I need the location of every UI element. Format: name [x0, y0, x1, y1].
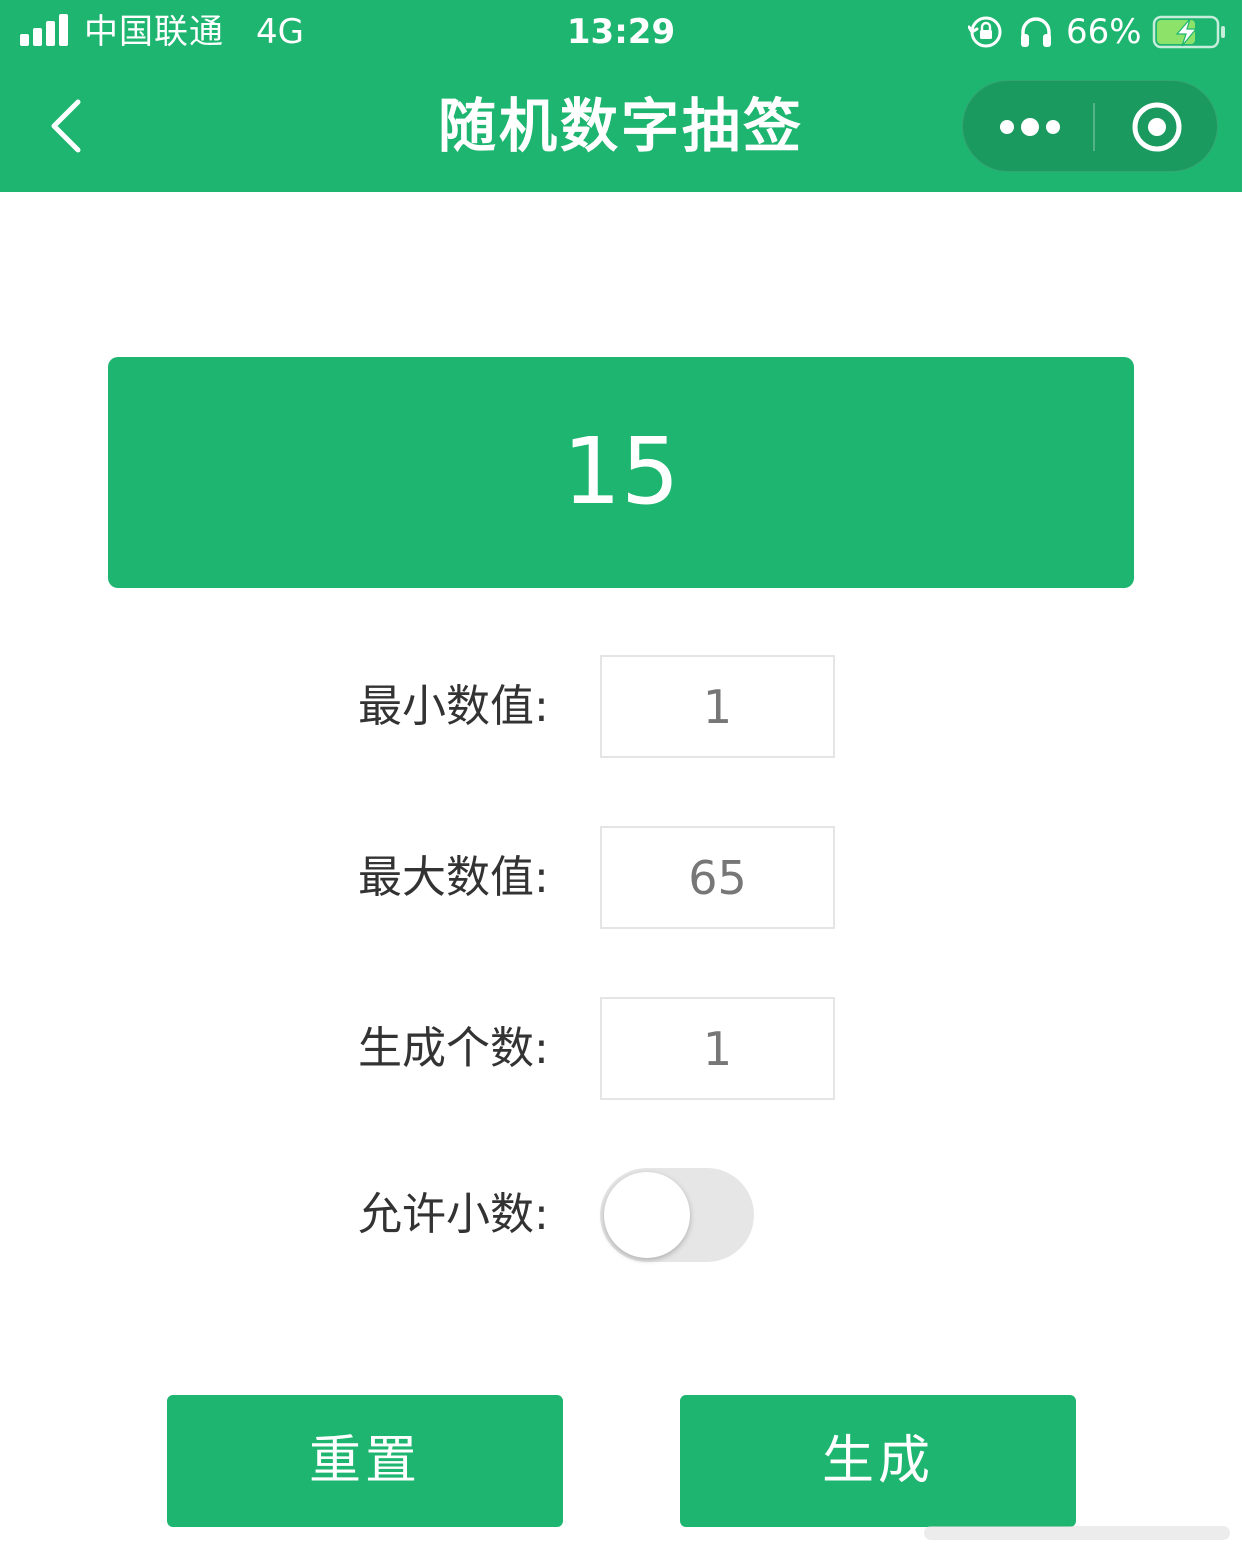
- battery-percent: 66%: [1066, 12, 1142, 52]
- min-value-input[interactable]: [600, 655, 835, 758]
- allow-decimal-toggle[interactable]: [600, 1168, 754, 1262]
- header: 中国联通 4G 13:29 66% 随机数字抽签: [0, 0, 1242, 192]
- max-value-input[interactable]: [600, 826, 835, 929]
- toggle-knob: [604, 1172, 690, 1258]
- reset-button[interactable]: 重置: [167, 1395, 563, 1527]
- watermark: [924, 1526, 1230, 1540]
- allow-decimal-label: 允许小数:: [358, 1189, 549, 1240]
- status-bar: 中国联通 4G 13:29 66%: [0, 0, 1242, 64]
- more-dots-icon[interactable]: [963, 81, 1093, 173]
- page: 中国联通 4G 13:29 66% 随机数字抽签 15 最小数值: 1 最大数值…: [0, 0, 1242, 1559]
- result-card: 15: [108, 357, 1134, 588]
- headphones-icon: [1021, 17, 1051, 47]
- min-value-label: 最小数值:: [358, 681, 549, 732]
- max-value-label: 最大数值:: [358, 852, 549, 903]
- result-value: 15: [562, 418, 680, 525]
- status-time: 13:29: [566, 12, 676, 52]
- count-input[interactable]: [600, 997, 835, 1100]
- battery-charging-icon: [1152, 15, 1225, 49]
- close-target-icon[interactable]: [1095, 81, 1219, 173]
- generate-button[interactable]: 生成: [680, 1395, 1076, 1527]
- rotation-lock-icon: [968, 16, 1002, 48]
- count-label: 生成个数:: [358, 1023, 549, 1074]
- capsule-menu: [962, 80, 1218, 172]
- nav-bar: 随机数字抽签: [0, 64, 1242, 192]
